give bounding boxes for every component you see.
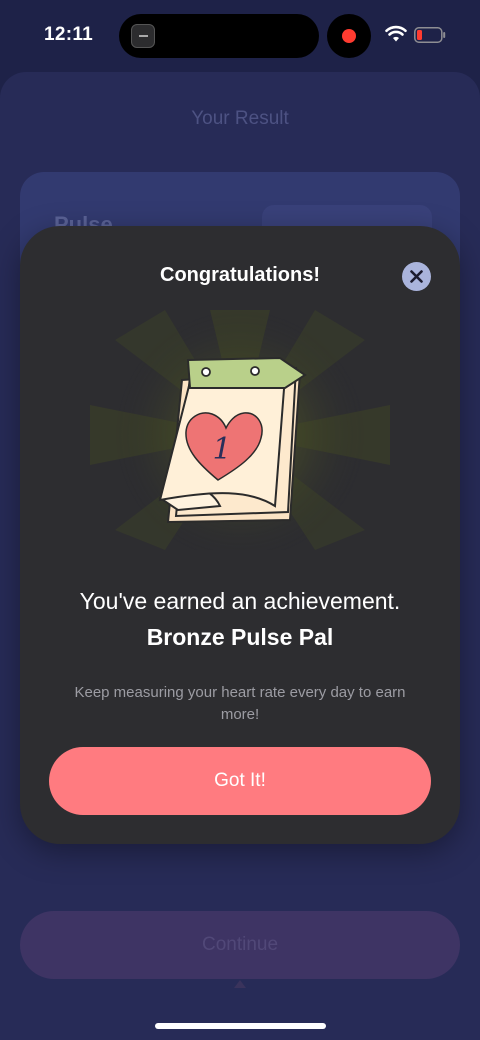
close-icon: [410, 270, 423, 283]
screen-recording-indicator: [327, 14, 371, 58]
record-dot-icon: [342, 29, 356, 43]
home-indicator[interactable]: [155, 1023, 326, 1029]
status-bar: 12:11: [0, 0, 480, 72]
app-switcher-icon: [131, 24, 155, 48]
calendar-number: 1: [212, 432, 231, 467]
got-it-button-label: Got It!: [214, 770, 266, 791]
got-it-button[interactable]: Got It!: [49, 747, 431, 815]
wifi-icon: [385, 25, 407, 42]
arrow-up-icon: [234, 980, 246, 988]
page-title: Your Result: [191, 108, 289, 129]
status-time: 12:11: [44, 24, 94, 45]
achievement-description: Keep measuring your heart rate every day…: [74, 684, 406, 723]
battery-icon: [414, 27, 446, 43]
calendar-heart-icon: 1: [90, 310, 390, 550]
dynamic-island: [119, 14, 319, 58]
continue-button-label: Continue: [201, 934, 279, 955]
achievement-name: Bronze Pulse Pal: [146, 624, 334, 650]
close-button[interactable]: [402, 262, 431, 291]
achievement-earned-text: You've earned an achievement.: [79, 588, 401, 614]
